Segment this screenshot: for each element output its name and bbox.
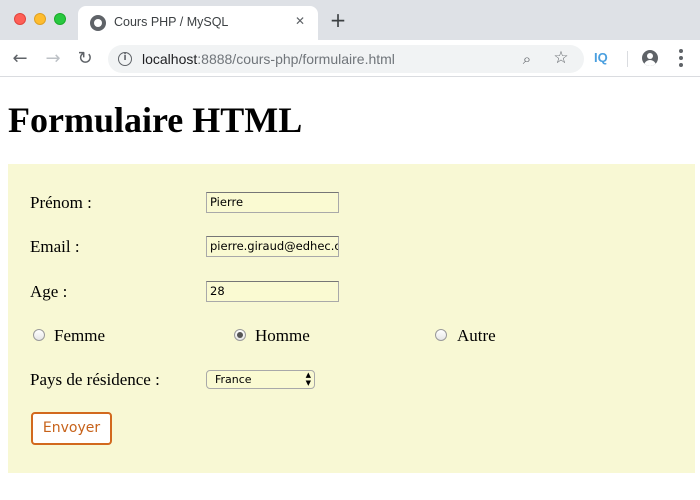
back-arrow-icon[interactable]: ← [9, 48, 31, 70]
star-icon[interactable]: ☆ [552, 49, 570, 67]
site-favicon-icon [90, 15, 106, 31]
pays-select[interactable]: France ▲ ▼ [206, 370, 315, 389]
page-title: Formulaire HTML [8, 100, 303, 140]
window-zoom-button[interactable] [54, 13, 66, 25]
radio-femme-label[interactable]: Femme [54, 326, 105, 346]
tab-title: Cours PHP / MySQL [114, 15, 229, 29]
form-panel: Prénom : Pierre Email : pierre.giraud@ed… [8, 164, 695, 473]
window-minimize-button[interactable] [34, 13, 46, 25]
url-path: :8888/cours-php/formulaire.html [197, 51, 395, 67]
age-label: Age : [30, 282, 68, 301]
window-close-button[interactable] [14, 13, 26, 25]
extension-iq-button[interactable]: IQ [594, 50, 608, 65]
browser-tab[interactable]: Cours PHP / MySQL ✕ [78, 6, 318, 40]
tab-strip: Cours PHP / MySQL ✕ + [0, 0, 700, 40]
radio-homme[interactable] [234, 329, 246, 341]
select-arrows-icon: ▲ ▼ [305, 371, 311, 387]
radio-femme[interactable] [33, 329, 45, 341]
browser-toolbar: ← → ↻ i localhost:8888/cours-php/formula… [0, 40, 700, 77]
menu-icon[interactable] [678, 49, 684, 67]
zoom-icon[interactable]: ⌕ [518, 50, 536, 68]
pays-select-value: France [215, 373, 252, 386]
tab-close-icon[interactable]: ✕ [292, 13, 308, 29]
profile-icon[interactable] [642, 50, 658, 66]
toolbar-divider [627, 51, 628, 67]
forward-arrow-icon[interactable]: → [42, 48, 64, 70]
url-text[interactable]: localhost:8888/cours-php/formulaire.html [142, 51, 395, 67]
pays-label: Pays de résidence : [30, 370, 160, 389]
url-host: localhost [142, 51, 198, 67]
info-icon[interactable]: i [118, 52, 132, 66]
reload-icon[interactable]: ↻ [74, 48, 96, 70]
radio-autre-label[interactable]: Autre [457, 326, 496, 346]
email-label: Email : [30, 237, 80, 256]
email-input[interactable]: pierre.giraud@edhec.com [206, 236, 339, 257]
submit-button[interactable]: Envoyer [31, 412, 112, 445]
radio-autre[interactable] [435, 329, 447, 341]
address-bar[interactable]: i localhost:8888/cours-php/formulaire.ht… [108, 45, 584, 73]
prenom-label: Prénom : [30, 193, 92, 212]
prenom-input[interactable]: Pierre [206, 192, 339, 213]
age-input[interactable]: 28 [206, 281, 339, 302]
new-tab-button[interactable]: + [328, 10, 348, 30]
radio-homme-label[interactable]: Homme [255, 326, 310, 346]
